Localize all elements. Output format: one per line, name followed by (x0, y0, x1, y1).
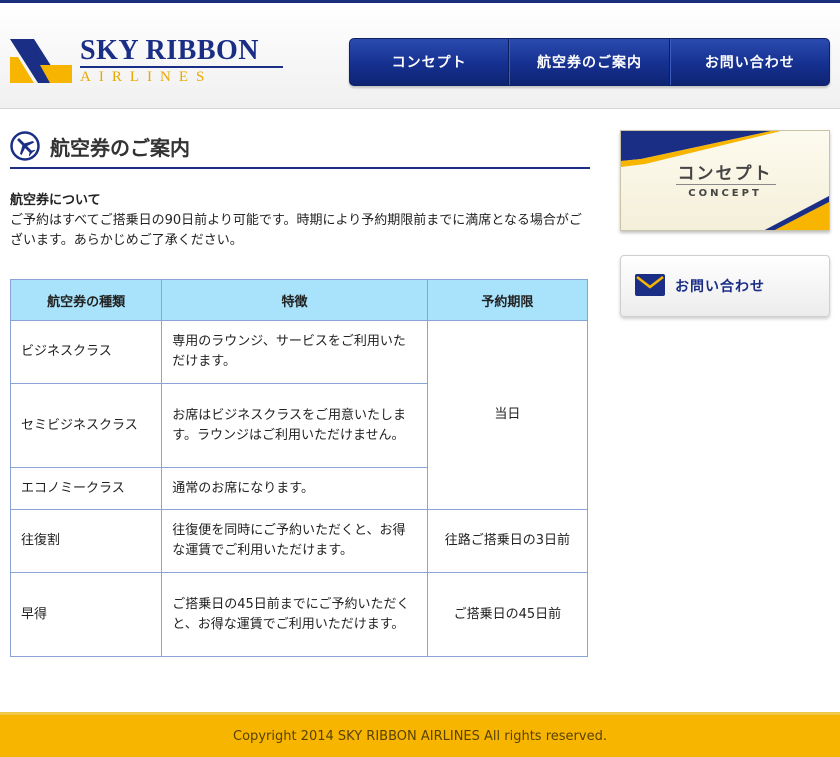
ticket-type-cell: セミビジネスクラス (9, 383, 163, 468)
site-header: SKY RIBBON AIRLINES コンセプト 航空券のご案内 お問い合わせ (0, 3, 840, 109)
intro-section: 航空券について ご予約はすべてご搭乗日の90日前より可能です。時期により予約期限… (10, 191, 590, 251)
airplane-icon (10, 131, 40, 161)
feature-cell: ご搭乗日の45日前までにご予約いただくと、お得な運賃でご利用いただけます。 (161, 572, 428, 657)
header-features: 特徴 (161, 279, 428, 321)
intro-heading: 航空券について (10, 193, 101, 208)
table-row: ビジネスクラス 専用のラウンジ、サービスをご利用いただけます。 当日 (9, 320, 589, 510)
header-ticket-type: 航空券の種類 (9, 279, 163, 321)
fare-table: 航空券の種類 特徴 予約期限 ビジネスクラス 専用のラウンジ、サービスをご利用い… (9, 279, 589, 657)
page-title-bar: 航空券のご案内 (10, 128, 590, 169)
logo[interactable]: SKY RIBBON AIRLINES (10, 35, 290, 87)
feature-cell: 通常のお席になります。 (161, 467, 428, 510)
table-row: 往復割 往復便を同時にご予約いただくと、お得な運賃でご利用いただけます。 往路ご… (9, 509, 589, 573)
logo-ribbon-icon (10, 39, 72, 83)
contact-banner[interactable]: お問い合わせ (620, 255, 830, 317)
nav-contact[interactable]: お問い合わせ (669, 39, 829, 85)
concept-banner-divider (676, 184, 776, 185)
table-row: 早得 ご搭乗日の45日前までにご予約いただくと、お得な運賃でご利用いただけます。… (9, 572, 589, 657)
site-footer: Copyright 2014 SKY RIBBON AIRLINES All r… (0, 712, 840, 757)
main-content: 航空券のご案内 航空券について ご予約はすべてご搭乗日の90日前より可能です。時… (9, 128, 590, 657)
concept-banner[interactable]: コンセプト CONCEPT (620, 130, 830, 231)
ticket-type-cell: 早得 (9, 572, 163, 657)
logo-name-bottom: AIRLINES (80, 66, 283, 86)
deadline-cell: ご搭乗日の45日前 (426, 572, 589, 657)
concept-banner-sublabel: CONCEPT (688, 188, 762, 199)
concept-banner-label: コンセプト (677, 164, 773, 184)
page-title: 航空券のご案内 (50, 136, 190, 160)
intro-text: ご予約はすべてご搭乗日の90日前より可能です。時期により予約期限前までに満席とな… (10, 213, 582, 248)
table-header-row: 航空券の種類 特徴 予約期限 (9, 279, 589, 321)
nav-ticket-guide[interactable]: 航空券のご案内 (509, 39, 670, 85)
deadline-cell: 往路ご搭乗日の3日前 (426, 509, 589, 573)
deadline-cell: 当日 (426, 320, 589, 510)
ticket-type-cell: ビジネスクラス (9, 320, 163, 384)
nav-concept[interactable]: コンセプト (350, 39, 510, 85)
header-booking-deadline: 予約期限 (426, 279, 589, 321)
envelope-icon (635, 274, 665, 296)
logo-name-top: SKY RIBBON (80, 35, 260, 66)
global-nav: コンセプト 航空券のご案内 お問い合わせ (349, 38, 830, 86)
copyright-text: Copyright 2014 SKY RIBBON AIRLINES All r… (233, 728, 607, 744)
contact-banner-label: お問い合わせ (675, 279, 765, 295)
feature-cell: 往復便を同時にご予約いただくと、お得な運賃でご利用いただけます。 (161, 509, 428, 573)
feature-cell: お席はビジネスクラスをご用意いたします。ラウンジはご利用いただけません。 (161, 383, 428, 468)
ticket-type-cell: エコノミークラス (9, 467, 163, 510)
feature-cell: 専用のラウンジ、サービスをご利用いただけます。 (161, 320, 428, 384)
ticket-type-cell: 往復割 (9, 509, 163, 573)
sidebar: コンセプト CONCEPT お問い合わせ (620, 130, 830, 317)
